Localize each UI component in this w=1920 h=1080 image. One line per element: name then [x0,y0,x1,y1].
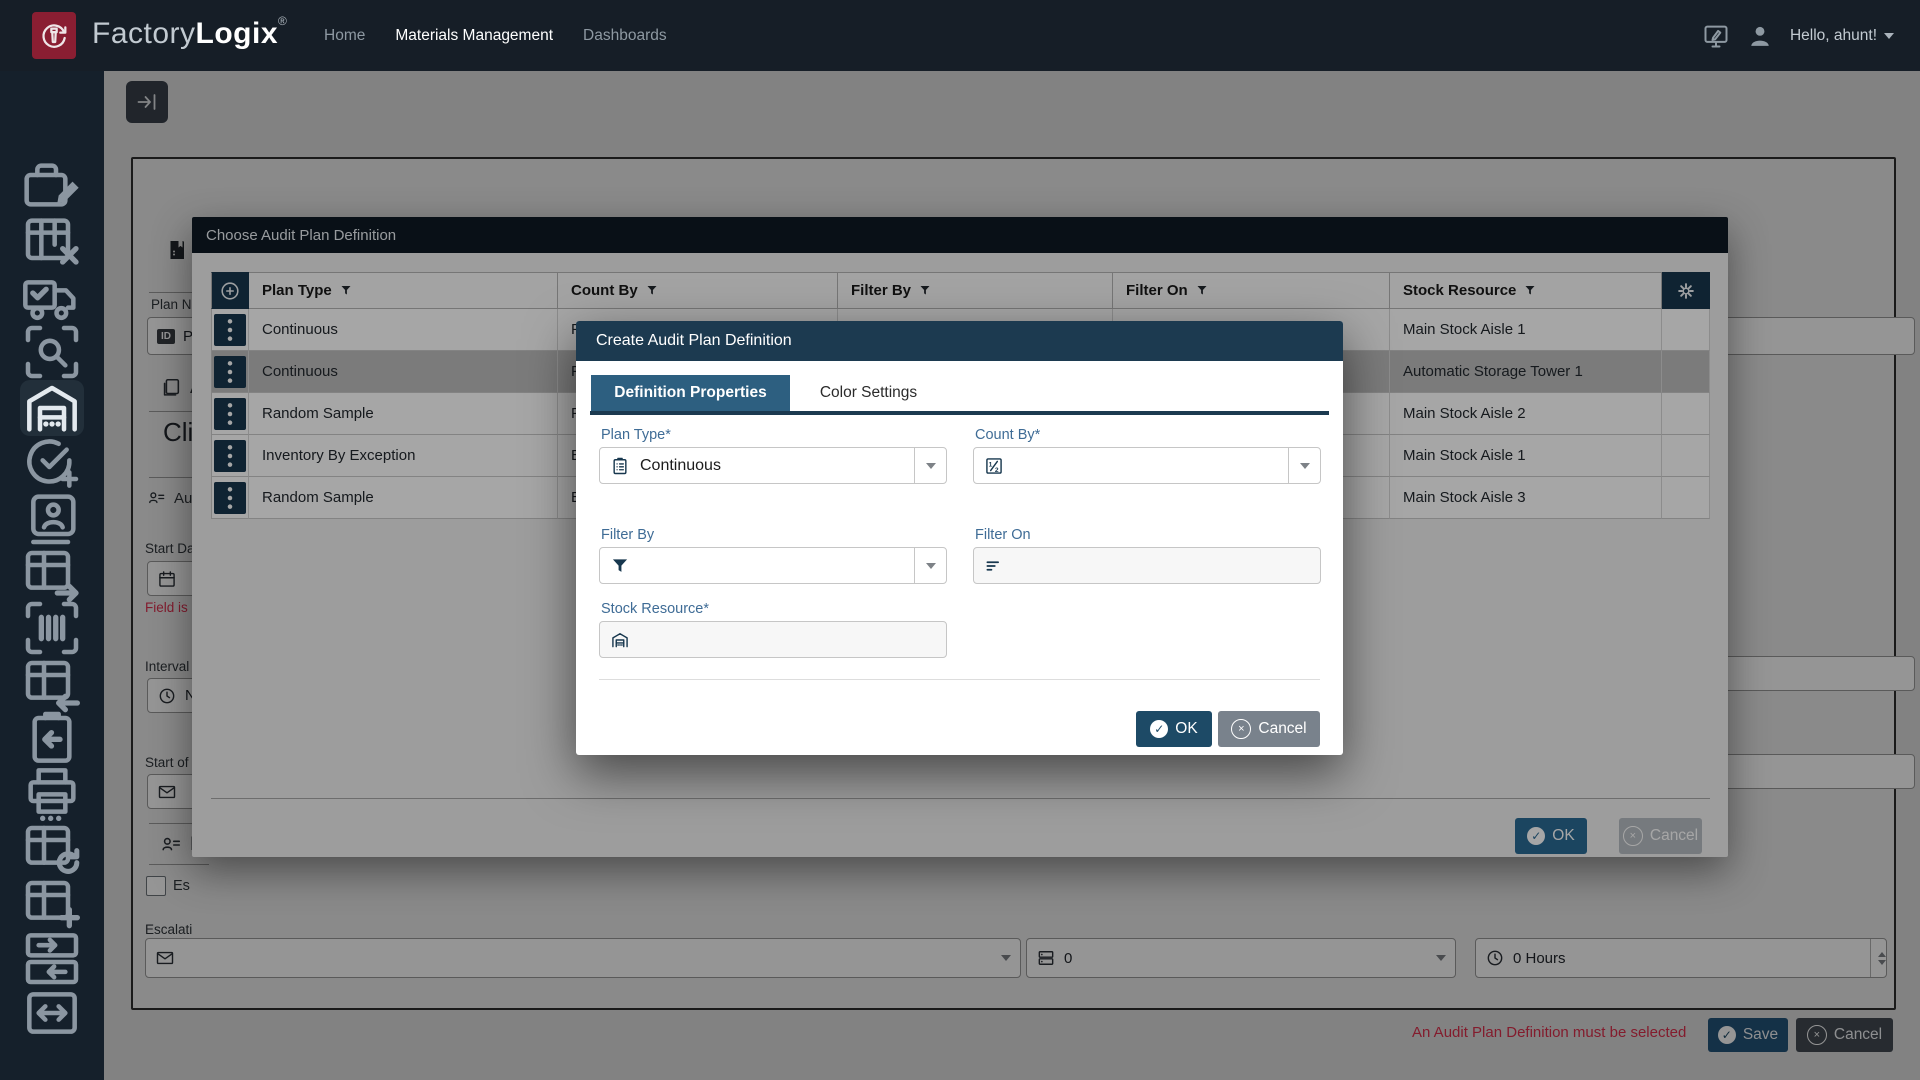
chevron-down-icon [926,563,936,569]
plan-type-value: Continuous [640,457,721,475]
nav-dashboards[interactable]: Dashboards [583,27,667,45]
svg-text:2: 2 [995,466,999,473]
clipboard-list-icon [610,456,630,476]
left-sidebar [0,71,104,1080]
stock-resource-field[interactable] [599,621,947,658]
count-by-select[interactable]: 12 [973,447,1321,484]
create-ok-button[interactable]: ✓ OK [1136,711,1212,747]
plan-type-dropdown-button[interactable] [914,448,946,483]
sidebar-item-printer[interactable] [20,768,84,818]
create-modal-tabs: Definition Properties Color Settings [591,375,939,411]
brand-logix: Logix [196,17,279,50]
greeting-text: Hello, ahunt! [1790,27,1877,45]
divider [599,679,1320,680]
resize-horizontal-icon [20,981,84,1045]
brand-factory: Factory [92,17,196,50]
plan-type-select[interactable]: Continuous [599,447,947,484]
factorylogix-logo[interactable] [32,12,76,59]
scan-search-icon [20,320,84,384]
filter-on-field[interactable] [973,547,1321,584]
chevron-down-icon [1300,463,1310,469]
chevron-down-icon [1884,33,1894,39]
sidebar-item-table-remove[interactable] [20,217,84,267]
count-by-dropdown-button[interactable] [1288,448,1320,483]
tab-underline [590,411,1329,415]
brand-title: FactoryLogix® [92,14,287,51]
sidebar-item-truck-check[interactable] [20,272,84,322]
check-circle-icon: ✓ [1150,720,1168,738]
sidebar-item-table-add[interactable] [20,878,84,928]
sidebar-item-table-export[interactable] [20,548,84,598]
user-menu[interactable]: Hello, ahunt! [1790,27,1894,45]
svg-text:1: 1 [989,461,993,468]
create-audit-plan-modal: Create Audit Plan Definition Definition … [576,321,1343,755]
nav-materials-management[interactable]: Materials Management [395,27,553,45]
sidebar-item-briefcase-edit[interactable] [20,162,84,212]
create-modal-title: Create Audit Plan Definition [576,321,1343,361]
filter-by-label: Filter By [601,527,654,543]
filter-lines-icon [984,556,1004,576]
funnel-icon [610,556,630,576]
chevron-down-icon [926,463,936,469]
sidebar-item-resize-horizontal[interactable] [20,988,84,1038]
bolt-recycle-icon [38,20,70,52]
count-by-icon: 12 [984,456,1004,476]
sidebar-item-warehouse[interactable] [20,380,84,436]
x-circle-icon: × [1231,719,1251,739]
warehouse-icon [610,630,630,650]
sidebar-item-clipboard-return[interactable] [20,713,84,763]
app-window: FactoryLogix® Home Materials Management … [0,0,1920,1080]
monitor-edit-icon[interactable] [1702,22,1730,50]
sidebar-item-id-card[interactable] [20,493,84,543]
sidebar-item-scan-search[interactable] [20,327,84,377]
top-bar: FactoryLogix® Home Materials Management … [0,0,1920,71]
user-avatar-icon[interactable] [1746,22,1774,50]
sidebar-item-panels-transfer[interactable] [20,933,84,983]
tab-color-settings[interactable]: Color Settings [798,375,939,411]
sidebar-item-table-refresh[interactable] [20,823,84,873]
nav-home[interactable]: Home [324,27,365,45]
count-by-label: Count By* [975,427,1040,443]
create-cancel-label: Cancel [1258,720,1306,738]
filter-on-label: Filter On [975,527,1031,543]
sidebar-item-table-import[interactable] [20,658,84,708]
plan-type-label: Plan Type* [601,427,671,443]
topbar-right: Hello, ahunt! [1702,0,1894,71]
create-cancel-button[interactable]: × Cancel [1218,711,1320,747]
sidebar-item-check-circle-plus[interactable] [20,438,84,488]
filter-by-dropdown-button[interactable] [914,548,946,583]
filter-by-select[interactable] [599,547,947,584]
brand-registered-mark: ® [278,14,287,28]
stock-resource-label: Stock Resource* [601,601,709,617]
main-nav: Home Materials Management Dashboards [324,0,667,71]
create-ok-label: OK [1175,720,1197,738]
sidebar-item-barcode-scan[interactable] [20,603,84,653]
tab-definition-properties[interactable]: Definition Properties [591,375,790,411]
